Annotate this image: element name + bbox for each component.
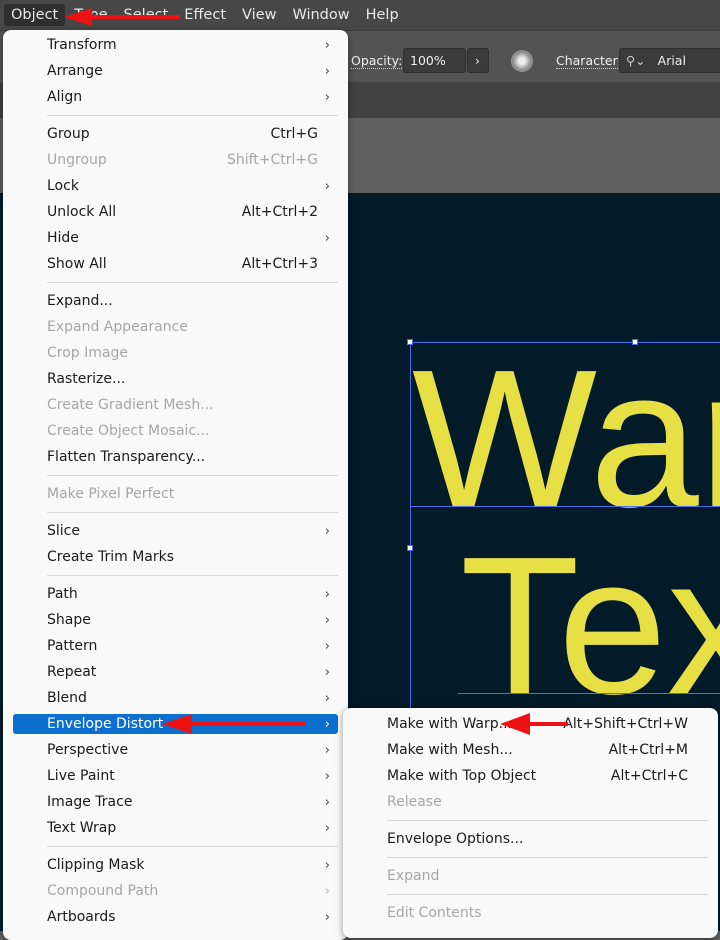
arrow-to-envelope-distort	[162, 714, 305, 734]
arrow-to-make-with-warp	[500, 713, 568, 735]
annotation-arrows	[64, 8, 568, 735]
arrow-to-object-menu	[64, 8, 180, 26]
